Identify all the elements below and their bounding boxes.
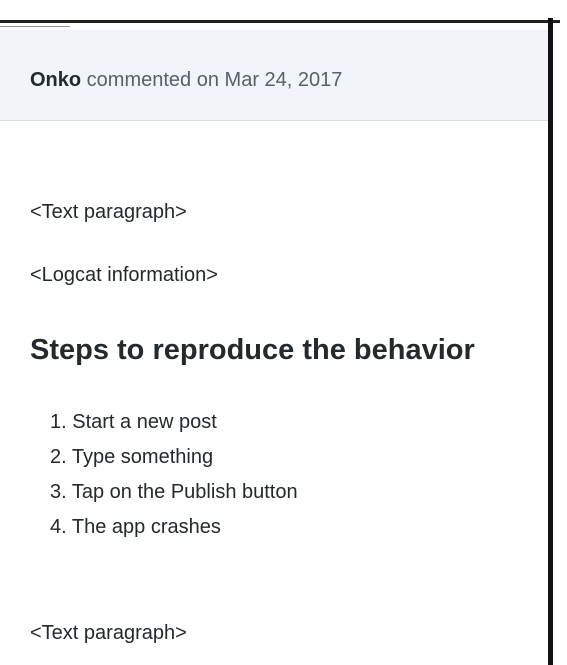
comment-author-link[interactable]: Onko xyxy=(30,69,81,91)
torn-border-top xyxy=(0,20,560,23)
comment-header-text: Onko commented on Mar 24, 2017 xyxy=(30,69,342,92)
steps-heading: Steps to reproduce the behavior xyxy=(30,334,475,366)
comment-header: Onko commented on Mar 24, 2017 xyxy=(0,30,548,121)
text-paragraph-2: <Text paragraph> xyxy=(30,622,187,644)
step-item: 1. Start a new post xyxy=(50,411,217,433)
step-item: 2. Type something xyxy=(50,446,214,468)
logcat-information: <Logcat information> xyxy=(30,264,218,286)
text-paragraph-1: <Text paragraph> xyxy=(30,201,187,223)
step-item: 4. The app crashes xyxy=(50,516,221,538)
comment-screenshot: Onko commented on Mar 24, 2017 <Text par… xyxy=(0,0,567,665)
steps-list: 1. Start a new post 2. Type something 3.… xyxy=(50,410,298,550)
torn-border-top-faint xyxy=(0,26,70,27)
comment-meta: commented on Mar 24, 2017 xyxy=(81,69,343,91)
step-item: 3. Tap on the Publish button xyxy=(50,481,298,503)
torn-border-right xyxy=(548,18,553,665)
